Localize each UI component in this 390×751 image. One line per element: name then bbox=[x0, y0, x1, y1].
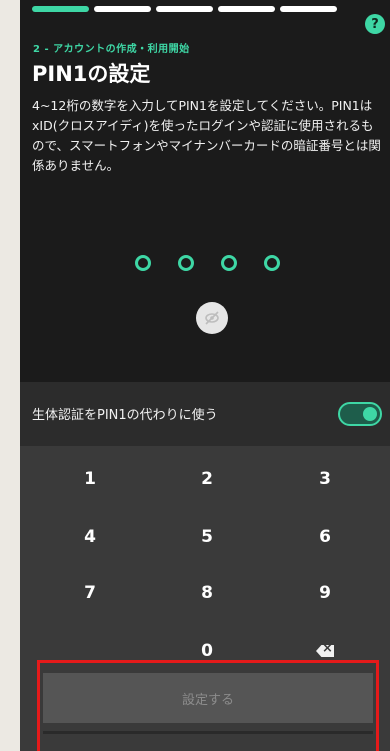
page-title: PIN1の設定 bbox=[32, 62, 151, 86]
progress-step-1 bbox=[32, 6, 89, 12]
key-7[interactable]: 7 bbox=[40, 568, 140, 618]
toggle-knob bbox=[363, 407, 377, 421]
show-pin-toggle-icon[interactable] bbox=[196, 302, 228, 334]
pin-dot bbox=[221, 255, 237, 271]
keypad-row: 1 2 3 bbox=[20, 454, 390, 512]
pin-indicator bbox=[135, 255, 307, 271]
progress-step-5 bbox=[280, 6, 337, 12]
backspace-icon bbox=[316, 645, 334, 657]
key-4[interactable]: 4 bbox=[40, 512, 140, 562]
keypad-row: 7 8 9 bbox=[20, 568, 390, 626]
submit-button[interactable]: 設定する bbox=[43, 673, 373, 723]
biometric-label: 生体認証をPIN1の代わりに使う bbox=[32, 408, 218, 423]
pin-dot bbox=[178, 255, 194, 271]
key-8[interactable]: 8 bbox=[157, 568, 257, 618]
progress-step-4 bbox=[218, 6, 275, 12]
key-3[interactable]: 3 bbox=[275, 454, 375, 504]
app-screen: ? 2 - アカウントの作成・利用開始 PIN1の設定 4~12桁の数字を入力し… bbox=[20, 0, 390, 751]
submit-highlight: 設定する bbox=[37, 660, 379, 751]
progress-step-3 bbox=[156, 6, 213, 12]
key-2[interactable]: 2 bbox=[157, 454, 257, 504]
pin-dot bbox=[135, 255, 151, 271]
pin-dot bbox=[264, 255, 280, 271]
page-description: 4~12桁の数字を入力してPIN1を設定してください。PIN1はxID(クロスア… bbox=[32, 98, 381, 173]
key-5[interactable]: 5 bbox=[157, 512, 257, 562]
biometric-toggle[interactable] bbox=[338, 402, 382, 426]
biometric-row: 生体認証をPIN1の代わりに使う bbox=[20, 382, 390, 446]
eye-off-icon bbox=[205, 311, 219, 325]
key-1[interactable]: 1 bbox=[40, 454, 140, 504]
key-6[interactable]: 6 bbox=[275, 512, 375, 562]
step-label: 2 - アカウントの作成・利用開始 bbox=[33, 44, 190, 55]
progress-bar bbox=[32, 6, 342, 12]
bottom-strip bbox=[43, 731, 373, 734]
help-icon[interactable]: ? bbox=[365, 14, 385, 34]
keypad-row: 4 5 6 bbox=[20, 512, 390, 570]
progress-step-2 bbox=[94, 6, 151, 12]
key-9[interactable]: 9 bbox=[275, 568, 375, 618]
